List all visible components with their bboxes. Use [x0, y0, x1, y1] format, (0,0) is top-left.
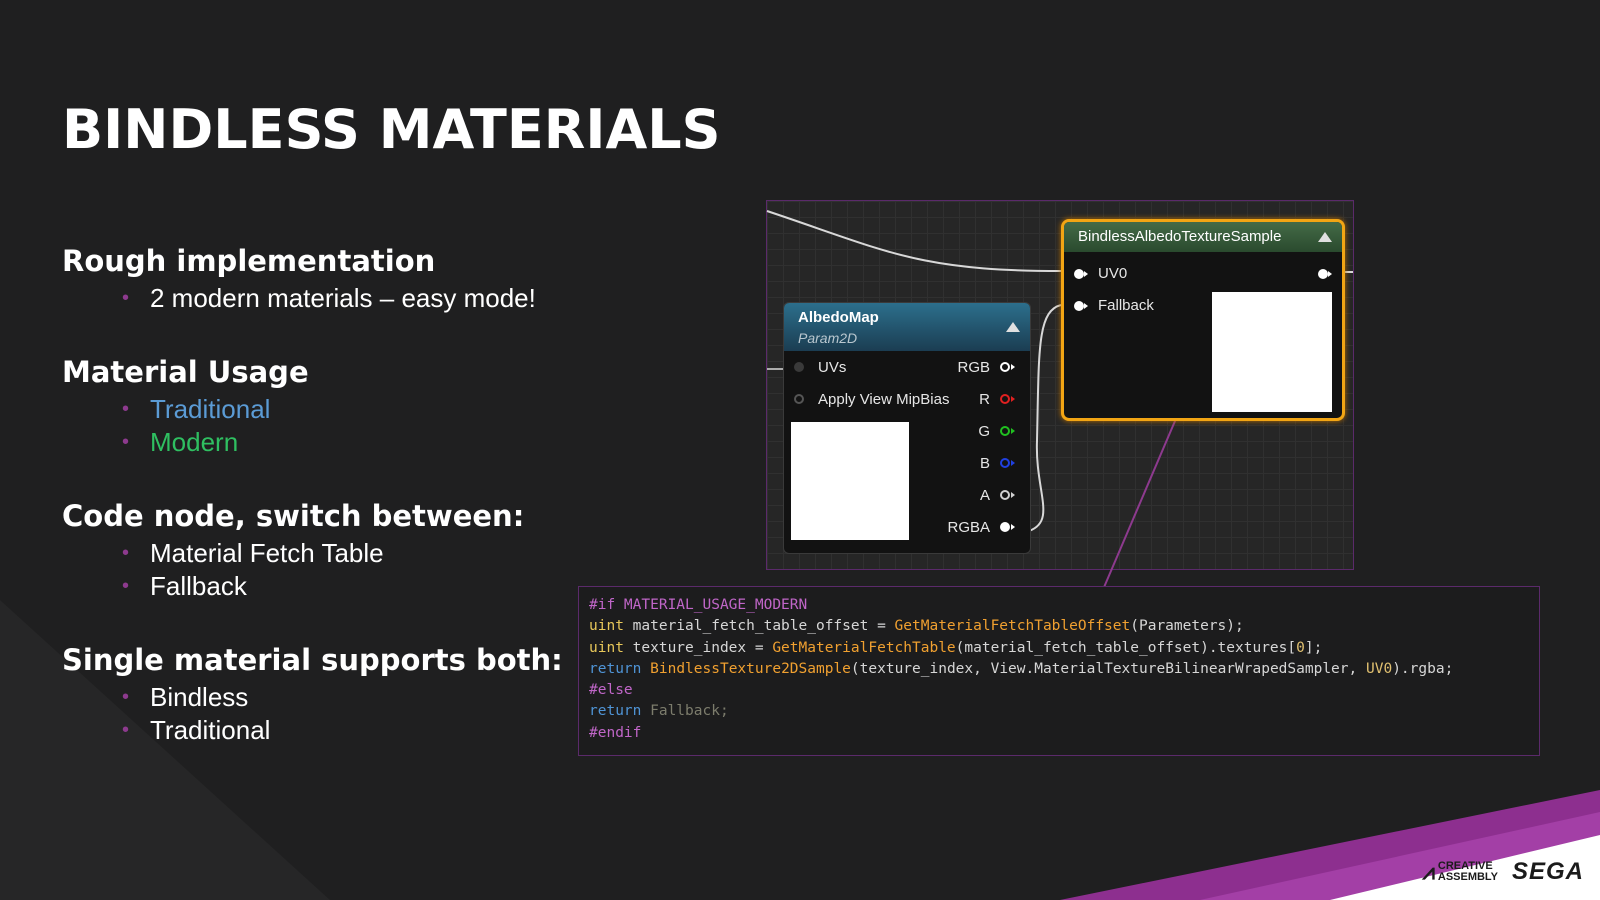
output-pin-a[interactable]	[1000, 490, 1010, 500]
fallback-input-label: Fallback	[1098, 297, 1154, 314]
mipbias-input-label: Apply View MipBias	[818, 391, 950, 408]
output-pin-b[interactable]	[1000, 458, 1010, 468]
mipbias-input-pin[interactable]	[794, 394, 804, 404]
code-token: texture_index =	[623, 639, 773, 656]
bullet-item: Traditional	[122, 393, 582, 426]
code-token: (Parameters);	[1130, 618, 1244, 635]
bindless-texture-preview	[1212, 292, 1332, 412]
output-label-b: B	[979, 455, 990, 472]
code-token: 0	[1296, 639, 1305, 656]
code-token: (texture_index, View.MaterialTextureBili…	[850, 660, 1366, 677]
output-label-rgba: RGBA	[947, 519, 990, 536]
code-line: return Fallback;	[589, 701, 1529, 722]
uvs-input-label: UVs	[818, 359, 847, 376]
albedo-node-subtitle: Param2D	[798, 330, 858, 346]
output-pin-rgba[interactable]	[1000, 522, 1010, 532]
code-node-source[interactable]: #if MATERIAL_USAGE_MODERNuint material_f…	[578, 586, 1540, 756]
output-pin-g[interactable]	[1000, 426, 1010, 436]
code-token: UV0	[1365, 660, 1393, 677]
code-line: #if MATERIAL_USAGE_MODERN	[589, 595, 1529, 616]
bullet-item: 2 modern materials – easy mode!	[122, 282, 582, 315]
collapse-arrow-icon[interactable]	[1006, 322, 1020, 332]
output-arrow-icon	[1011, 364, 1015, 370]
bullet-item: Bindless	[122, 681, 582, 714]
code-line: uint material_fetch_table_offset = GetMa…	[589, 616, 1529, 637]
result-pin-arrow-icon	[1328, 271, 1332, 277]
code-token: GetMaterialFetchTable	[772, 639, 956, 656]
slide-title: BINDLESS MATERIALS	[62, 98, 721, 161]
code-token: ];	[1304, 639, 1323, 656]
albedo-texture-preview	[791, 422, 909, 540]
code-line: return BindlessTexture2DSample(texture_i…	[589, 659, 1529, 680]
bullet-item: Material Fetch Table	[122, 537, 582, 570]
output-label-a: A	[979, 487, 990, 504]
code-token: uint	[589, 639, 624, 656]
output-arrow-icon	[1011, 428, 1015, 434]
bullet-item: Fallback	[122, 570, 582, 603]
collapse-arrow-icon[interactable]	[1318, 232, 1332, 242]
sega-logo: SEGA	[1511, 858, 1584, 885]
section-heading: Rough implementation	[62, 244, 436, 278]
section-heading: Single material supports both:	[62, 643, 563, 677]
code-token: (material_fetch_table_offset).textures[	[955, 639, 1297, 656]
bindless-node-title: BindlessAlbedoTextureSample	[1078, 228, 1282, 245]
uv0-pin-arrow-icon	[1084, 271, 1088, 277]
output-label-r: R	[979, 391, 990, 408]
bullet-item: Traditional	[122, 714, 582, 747]
bindless-albedo-sample-node[interactable]: BindlessAlbedoTextureSample UV0 Fallback	[1061, 219, 1345, 421]
fallback-input-pin[interactable]	[1074, 301, 1084, 311]
output-pin-r[interactable]	[1000, 394, 1010, 404]
code-token: ).rgba;	[1392, 660, 1454, 677]
logos: ⩘ CREATIVE ASSEMBLY SEGA	[1422, 858, 1584, 886]
output-arrow-icon	[1011, 492, 1015, 498]
code-token: #else	[589, 682, 633, 699]
code-token: return	[589, 660, 642, 677]
section: Material Usage TraditionalModern	[62, 351, 582, 459]
code-line: #else	[589, 680, 1529, 701]
fallback-pin-arrow-icon	[1084, 303, 1088, 309]
material-graph-panel[interactable]: AlbedoMap Param2D UVs Apply View MipBias…	[766, 200, 1354, 605]
uv0-input-label: UV0	[1098, 265, 1128, 282]
output-arrow-icon	[1011, 460, 1015, 466]
output-arrow-icon	[1011, 524, 1015, 530]
albedo-map-node[interactable]: AlbedoMap Param2D UVs Apply View MipBias…	[783, 302, 1031, 554]
output-pin-rgb[interactable]	[1000, 362, 1010, 372]
output-label-rgb: RGB	[957, 359, 990, 376]
creative-assembly-text-2: ASSEMBLY	[1437, 871, 1498, 883]
code-token: BindlessTexture2DSample	[650, 660, 851, 677]
albedo-node-header[interactable]: AlbedoMap Param2D	[784, 303, 1030, 351]
section-heading: Code node, switch between:	[62, 499, 525, 533]
output-arrow-icon	[1011, 396, 1015, 402]
code-token: #if MATERIAL_USAGE_MODERN	[589, 597, 808, 613]
code-token: GetMaterialFetchTableOffset	[894, 618, 1131, 635]
bindless-node-header[interactable]: BindlessAlbedoTextureSample	[1064, 222, 1342, 252]
creative-assembly-logo: ⩘ CREATIVE ASSEMBLY	[1422, 859, 1498, 885]
bullet-item: Modern	[122, 426, 582, 459]
section: Rough implementation 2 modern materials –…	[62, 240, 582, 315]
code-token: Fallback;	[641, 703, 729, 720]
section: Single material supports both: BindlessTr…	[62, 639, 582, 747]
uv0-input-pin[interactable]	[1074, 269, 1084, 279]
code-line: uint texture_index = GetMaterialFetchTab…	[589, 638, 1529, 659]
code-line: #endif	[589, 723, 1529, 744]
section: Code node, switch between: Material Fetch…	[62, 495, 582, 603]
code-token: uint	[589, 618, 624, 635]
uvs-input-pin[interactable]	[794, 362, 804, 372]
code-token: return	[589, 703, 642, 720]
code-token: material_fetch_table_offset =	[623, 618, 895, 635]
section-heading: Material Usage	[62, 355, 309, 389]
bullet-sections: Rough implementation 2 modern materials –…	[62, 240, 582, 783]
result-output-pin[interactable]	[1318, 269, 1328, 279]
code-token: #endif	[589, 724, 642, 741]
output-label-g: G	[978, 423, 990, 440]
albedo-node-title: AlbedoMap	[798, 309, 879, 326]
creative-assembly-mark-icon: ⩘	[1422, 859, 1435, 884]
